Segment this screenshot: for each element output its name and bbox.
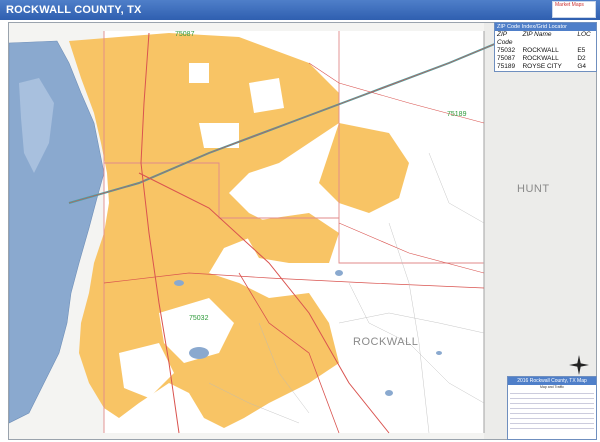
zip-label-75189: 75189 [447,111,467,118]
row-loc: E5 [577,47,586,54]
zip-label-75032: 75032 [189,315,209,322]
compass-icon [569,355,589,375]
zip-index-table: ZIP Code Index/Grid Locator ZIP Code ZIP… [494,22,597,72]
row-name: ROCKWALL [522,55,559,62]
county-label-hunt: HUNT [517,183,550,195]
column-zip-code: ZIP Code [497,31,513,46]
zip-label-75087: 75087 [175,31,195,38]
table-row: 75189 ROYSE CITY G4 [495,63,596,71]
brand-name: Market Maps [555,2,584,8]
row-zip: 75032 [497,47,516,54]
legend-title: 2016 Rockwall County, TX Map [508,377,596,385]
county-label-rockwall: ROCKWALL [353,336,419,348]
pond-5 [436,351,442,355]
row-name: ROCKWALL [522,47,559,54]
column-loc: LOC [577,31,591,38]
row-loc: G4 [577,63,587,70]
rural-patch-4 [249,78,284,113]
brand-logo: Market Maps [552,1,596,18]
column-zip-name: ZIP Name [522,31,552,38]
row-name: ROYSE CITY [522,63,562,70]
rural-patch-3 [189,63,209,83]
zip-table-columns: ZIP Code ZIP Name LOC [495,31,596,47]
zip-table-header: ZIP Code Index/Grid Locator [495,23,596,31]
legend-line [510,424,594,429]
row-zip: 75087 [497,55,516,62]
row-zip: 75189 [497,63,516,70]
row-loc: D2 [577,55,586,62]
pond-1 [189,347,209,359]
pond-2 [174,280,184,286]
table-row: 75087 ROCKWALL D2 [495,55,596,63]
map-title: ROCKWALL COUNTY, TX [6,4,142,16]
pond-4 [385,390,393,396]
map-legend: 2016 Rockwall County, TX Map Map and Tra… [507,376,597,440]
table-row: 75032 ROCKWALL E5 [495,47,596,55]
title-bar: ROCKWALL COUNTY, TX Market Maps [0,0,600,20]
pond-3 [335,270,343,276]
